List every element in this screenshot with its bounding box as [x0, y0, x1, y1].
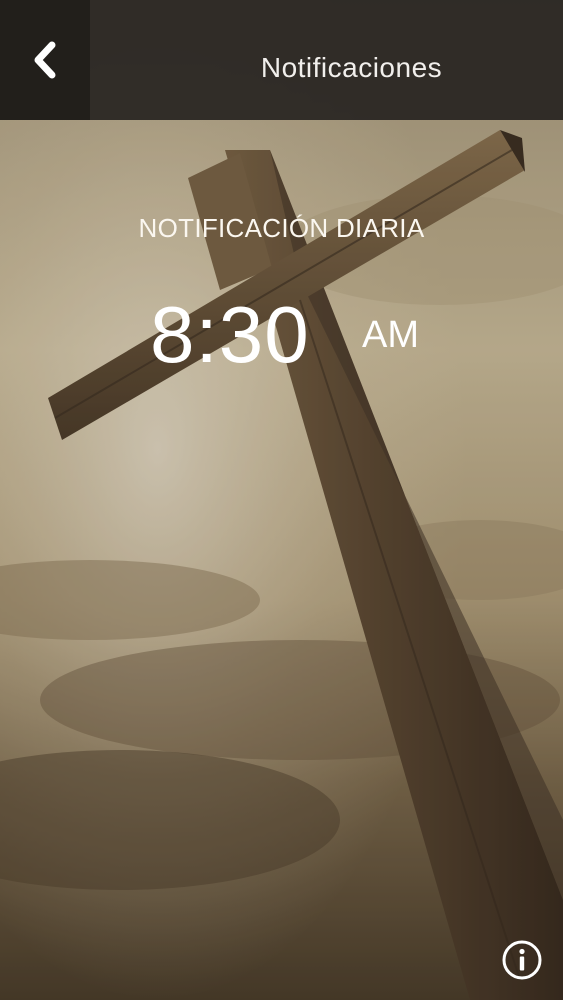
ampm-value[interactable]: AM [362, 311, 419, 359]
header-bar: Notificaciones [0, 0, 563, 120]
back-button[interactable] [0, 0, 90, 120]
notifications-screen: Notificaciones NOTIFICACIÓN DIARIA 8:30 … [0, 0, 563, 1000]
daily-notification-label: NOTIFICACIÓN DIARIA [138, 213, 425, 243]
page-title: Notificaciones [260, 52, 443, 83]
notification-time-picker: 8:30 AM [0, 290, 563, 380]
time-value[interactable]: 8:30 [150, 290, 310, 380]
info-button[interactable] [501, 939, 543, 981]
background-dim-overlay [0, 0, 563, 1000]
info-icon [502, 940, 542, 980]
chevron-left-icon [34, 41, 56, 79]
